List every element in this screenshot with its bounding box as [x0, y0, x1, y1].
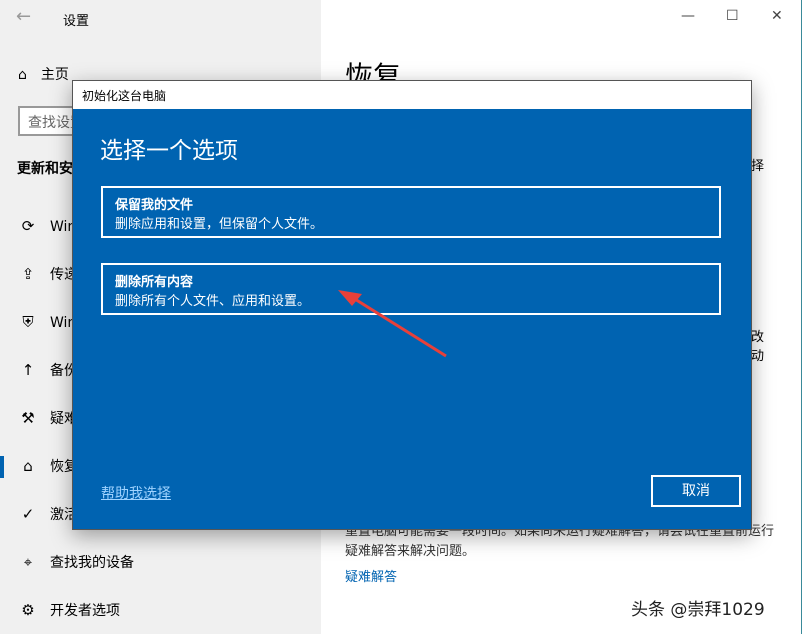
red-arrow-annotation [0, 0, 802, 634]
